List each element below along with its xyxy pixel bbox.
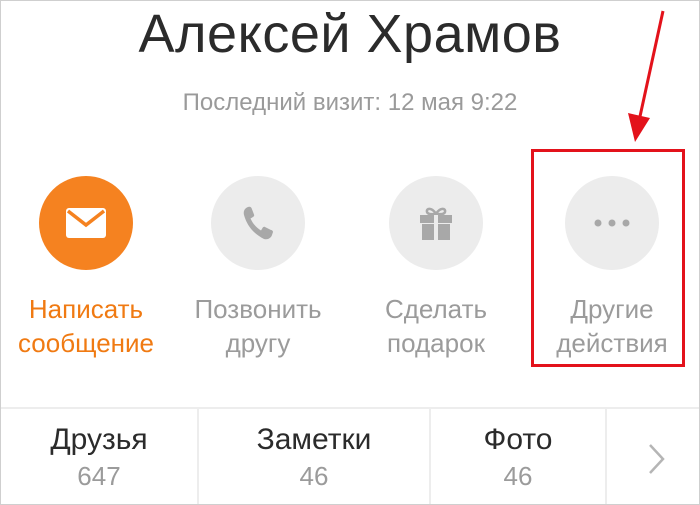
- stat-photos-count: 46: [503, 461, 533, 491]
- write-message-label-line1: Написать: [28, 294, 144, 324]
- send-gift-label: Сделать подарок: [351, 292, 521, 360]
- call-friend-label-line1: Позвонить: [194, 294, 322, 324]
- last-visit-text: Последний визит: 12 мая 9:22: [182, 89, 518, 116]
- stat-photos[interactable]: Фото 46: [431, 409, 605, 504]
- call-friend-button[interactable]: Позвонить другу: [173, 176, 343, 360]
- chevron-right-icon[interactable]: [641, 439, 671, 479]
- stat-notes[interactable]: Заметки 46: [199, 409, 429, 504]
- stat-photos-title: Фото: [483, 423, 553, 456]
- annotation-highlight-box: [531, 149, 685, 367]
- send-gift-label-line2: подарок: [387, 328, 485, 358]
- stat-notes-title: Заметки: [256, 423, 372, 456]
- stat-notes-count: 46: [299, 461, 329, 491]
- call-friend-label-line2: другу: [225, 328, 291, 358]
- stat-friends-title: Друзья: [50, 423, 148, 456]
- write-message-label: Написать сообщение: [1, 292, 171, 360]
- profile-name: Алексей Храмов: [138, 4, 562, 64]
- profile-stats: Друзья 647 Заметки 46 Фото 46: [1, 409, 699, 504]
- stat-separator: [605, 409, 607, 504]
- send-gift-circle[interactable]: [389, 176, 483, 270]
- write-message-label-line2: сообщение: [17, 328, 154, 358]
- write-message-button[interactable]: Написать сообщение: [1, 176, 171, 360]
- envelope-icon: [66, 208, 106, 238]
- annotation-arrow-icon: [628, 10, 665, 142]
- call-friend-circle[interactable]: [211, 176, 305, 270]
- write-message-circle[interactable]: [39, 176, 133, 270]
- send-gift-button[interactable]: Сделать подарок: [351, 176, 521, 360]
- gift-icon: [420, 207, 452, 240]
- stat-friends-count: 647: [77, 461, 121, 491]
- call-friend-label: Позвонить другу: [173, 292, 343, 360]
- stat-friends[interactable]: Друзья 647: [1, 409, 197, 504]
- send-gift-label-line1: Сделать: [384, 294, 488, 324]
- profile-screen: Алексей Храмов Последний визит: 12 мая 9…: [0, 0, 700, 505]
- phone-icon: [243, 206, 273, 240]
